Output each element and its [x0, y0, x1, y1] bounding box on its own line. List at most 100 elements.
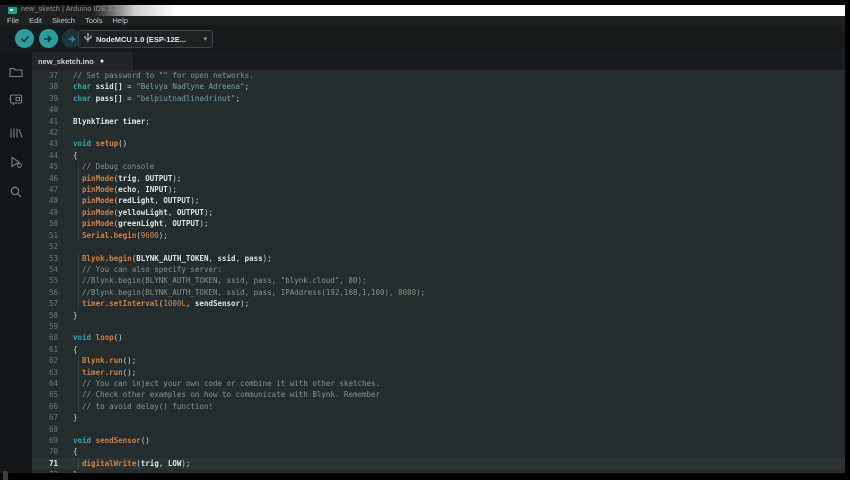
title-bar: new_sketch | Arduino IDE 2.1.0 — [0, 5, 845, 16]
code-line[interactable]: 45 // Debug console — [32, 161, 845, 173]
line-number: 65 — [48, 390, 58, 400]
line-number: 39 — [48, 93, 58, 103]
code-text: void loop() — [73, 333, 123, 343]
code-line[interactable]: 52 — [32, 241, 845, 252]
check-icon — [20, 34, 30, 44]
code-text: } — [73, 310, 78, 320]
line-number: 59 — [48, 321, 58, 331]
unsaved-dot-icon: ● — [99, 57, 105, 65]
code-line[interactable]: 54 // You can also specify server: — [32, 263, 845, 276]
code-line[interactable]: 72} — [32, 469, 845, 473]
code-line[interactable]: 47 pinMode(echo, INPUT); — [32, 184, 845, 196]
line-number: 60 — [48, 333, 58, 343]
code-line[interactable]: 50 pinMode(greenLight, OUTPUT); — [32, 218, 845, 230]
code-line[interactable]: 48 pinMode(redLight, OUTPUT); — [32, 195, 845, 207]
code-line[interactable]: 60 void loop() — [32, 332, 845, 343]
line-number: 66 — [48, 401, 58, 411]
tab-new-sketch[interactable]: new_sketch.ino ● — [32, 52, 134, 70]
code-line[interactable]: 44 { — [32, 150, 845, 161]
verify-button[interactable] — [15, 29, 34, 48]
line-number: 57 — [48, 299, 58, 309]
board-chip-icon — [8, 91, 24, 107]
code-line[interactable]: 63 timer.run(); — [32, 366, 845, 378]
code-line[interactable]: 37 // Set password to "" for open network… — [32, 70, 845, 81]
code-line[interactable]: 64 // You can inject your own code or co… — [32, 377, 845, 390]
tab-label: new_sketch.ino — [38, 56, 94, 66]
code-line[interactable]: 39 char pass[] = "belpiutnadlinadrinut"; — [32, 93, 845, 104]
code-text: //Blynk.begin(BLYNK_AUTH_TOKEN, ssid, pa… — [82, 287, 426, 297]
code-text: // to avoid delay() function! — [82, 401, 213, 411]
code-line[interactable]: 71 digitalWrite(trig, LOW); — [32, 457, 845, 470]
code-line[interactable]: 49 pinMode(yellowLight, OUTPUT); — [32, 206, 845, 219]
line-number: 56 — [48, 287, 58, 297]
code-area[interactable]: 37 // Set password to "" for open network… — [32, 70, 845, 473]
code-text: char pass[] = "belpiutnadlinadrinut"; — [73, 93, 241, 103]
code-line[interactable]: 57 timer.setInterval(1000L, sendSensor); — [32, 298, 845, 310]
sidebar-item-sketchbook[interactable] — [8, 64, 24, 80]
code-text: BlynkTimer timer; — [73, 116, 150, 126]
code-line[interactable]: 68 — [32, 424, 845, 435]
code-line[interactable]: 40 — [32, 104, 845, 115]
code-line[interactable]: 67} — [32, 412, 845, 423]
sidebar-scrollbar[interactable] — [3, 471, 8, 480]
menu-help[interactable]: Help — [112, 16, 127, 25]
code-line[interactable]: 55 //Blynk.begin(BLYNK_AUTH_TOKEN, ssid,… — [32, 275, 845, 287]
code-line[interactable]: 58} — [32, 310, 845, 321]
code-text: { — [73, 150, 78, 160]
line-number: 51 — [48, 230, 58, 240]
code-line[interactable]: 70 { — [32, 446, 845, 457]
code-line[interactable]: 43 void setup() — [32, 138, 845, 149]
code-line[interactable]: 56 //Blynk.begin(BLYNK_AUTH_TOKEN, ssid,… — [32, 286, 845, 299]
code-line[interactable]: 62 Blynk.run(); — [32, 355, 845, 367]
sidebar-item-boards-manager[interactable] — [8, 91, 24, 107]
line-number: 64 — [48, 378, 58, 388]
sidebar-item-search[interactable] — [8, 184, 24, 200]
line-number: 69 — [48, 436, 58, 445]
board-selector[interactable]: NodeMCU 1.0 (ESP-12E... ▾ — [78, 30, 213, 48]
code-line[interactable]: 41 BlynkTimer timer; — [32, 116, 845, 127]
code-line[interactable]: 38 char ssid[] = "Belvya Nadlyne Adreena"… — [32, 81, 845, 92]
line-number: 41 — [48, 116, 58, 126]
line-number: 38 — [48, 82, 58, 92]
activity-bar — [0, 52, 32, 480]
line-number: 62 — [48, 356, 58, 366]
line-number: 40 — [48, 105, 58, 115]
code-text: // Check other examples on how to commun… — [82, 390, 381, 400]
window-title: new_sketch | Arduino IDE 2.1.0 — [21, 6, 125, 13]
code-line[interactable]: 42 — [32, 127, 845, 138]
toolbar: NodeMCU 1.0 (ESP-12E... ▾ — [0, 25, 845, 52]
sidebar-item-library-manager[interactable] — [8, 125, 24, 141]
code-text: // Set password to "" for open networks. — [73, 71, 254, 80]
line-number: 58 — [48, 310, 58, 320]
upload-button[interactable] — [38, 29, 58, 48]
code-line[interactable]: 53 Blynk.begin(BLYNK_AUTH_TOKEN, ssid, p… — [32, 252, 845, 264]
code-line[interactable]: 69 void sendSensor() — [32, 435, 845, 446]
sidebar-item-debugger[interactable] — [8, 154, 24, 170]
line-number: 42 — [48, 128, 58, 138]
code-line[interactable]: 59 — [32, 321, 845, 332]
usb-plug-icon — [84, 30, 92, 48]
code-line[interactable]: 51 Serial.begin(9600); — [32, 229, 845, 242]
line-number: 43 — [48, 139, 58, 149]
line-number: 61 — [48, 344, 58, 354]
code-text: // You can inject your own code or combi… — [82, 378, 381, 388]
code-line[interactable]: 61 { — [32, 344, 845, 355]
line-number: 63 — [48, 367, 58, 377]
menu-edit[interactable]: Edit — [29, 16, 42, 25]
line-number: 54 — [48, 264, 58, 274]
menu-file[interactable]: File — [7, 16, 19, 25]
code-line[interactable]: 66 // to avoid delay() function! — [32, 400, 845, 413]
debug-icon — [67, 34, 77, 44]
code-text: void sendSensor() — [73, 436, 150, 445]
menu-sketch[interactable]: Sketch — [52, 16, 75, 25]
code-text: Blynk.begin(BLYNK_AUTH_TOKEN, ssid, pass… — [82, 253, 272, 263]
code-text: pinMode(redLight, OUTPUT); — [82, 196, 200, 206]
menu-bar: File Edit Sketch Tools Help — [0, 16, 845, 25]
menu-tools[interactable]: Tools — [85, 16, 103, 25]
code-line[interactable]: 46 pinMode(trig, OUTPUT); — [32, 172, 845, 185]
code-line[interactable]: 65 // Check other examples on how to com… — [32, 389, 845, 401]
code-text: // You can also specify server: — [82, 264, 223, 274]
code-text: timer.setInterval(1000L, sendSensor); — [82, 299, 250, 309]
line-number: 70 — [48, 447, 58, 457]
folder-icon — [8, 64, 24, 80]
